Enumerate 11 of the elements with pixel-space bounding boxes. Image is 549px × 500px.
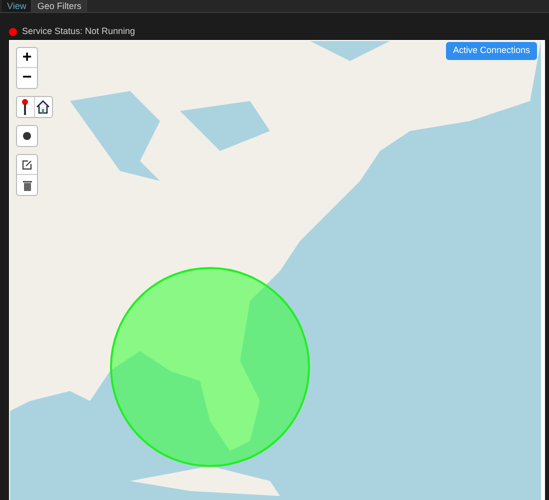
circle-tool-button[interactable] [16, 125, 38, 147]
tab[interactable]: Geo Filters [32, 0, 88, 12]
trash-icon [22, 180, 32, 190]
dot-icon [23, 132, 31, 140]
house-icon [36, 100, 50, 114]
zoom-out-button[interactable]: − [17, 68, 37, 88]
edit-icon [22, 160, 32, 170]
status-text: Service Status: Not Running [22, 24, 136, 38]
pin-icon [22, 99, 28, 115]
zoom-in-button[interactable]: + [17, 48, 37, 68]
tab[interactable]: View [2, 0, 32, 12]
